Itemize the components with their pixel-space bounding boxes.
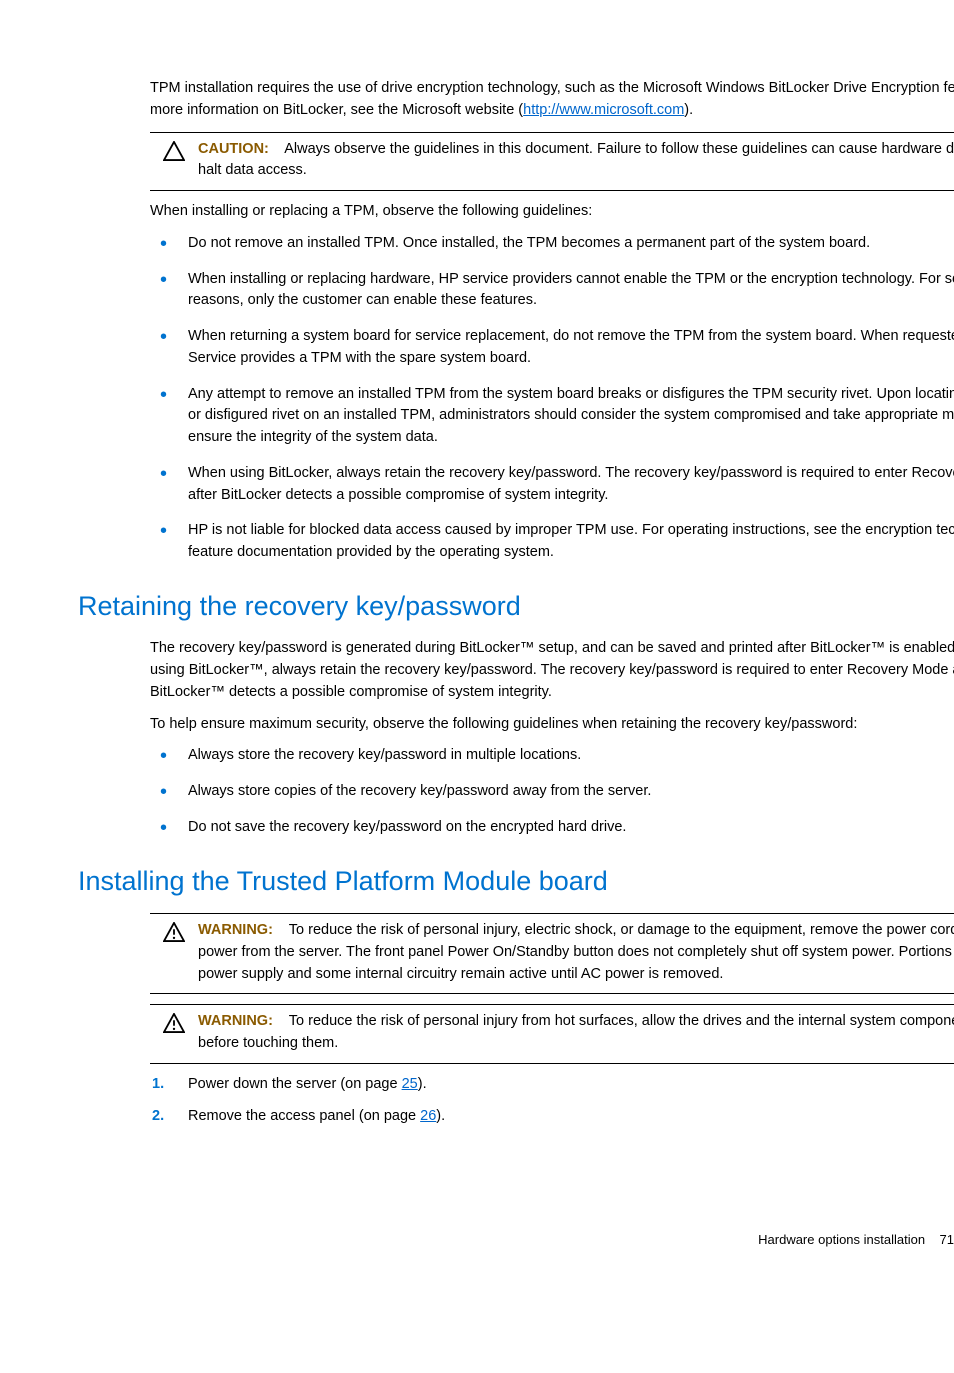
list-item: Any attempt to remove an installed TPM f… [150,384,954,449]
page-link-26[interactable]: 26 [420,1108,436,1124]
guidelines-intro: When installing or replacing a TPM, obse… [150,201,954,223]
caution-label: CAUTION: [198,141,269,157]
install-steps: 1. Power down the server (on page 25). 2… [150,1074,954,1128]
list-item: Always store the recovery key/password i… [150,745,954,767]
section1-bullets: Always store the recovery key/password i… [150,745,954,838]
warning-icon [150,1011,198,1055]
list-item: HP is not liable for blocked data access… [150,520,954,564]
caution-text: Always observe the guidelines in this do… [198,141,954,179]
footer-section: Hardware options installation [758,1232,925,1247]
intro-paragraph: TPM installation requires the use of dri… [150,78,954,122]
step-text-post: ). [436,1108,445,1124]
warning1-body: WARNING: To reduce the risk of personal … [198,920,954,985]
warning2-body: WARNING: To reduce the risk of personal … [198,1011,954,1055]
guidelines-list: Do not remove an installed TPM. Once ins… [150,233,954,564]
list-item: When using BitLocker, always retain the … [150,463,954,507]
warning-callout-2: WARNING: To reduce the risk of personal … [150,1004,954,1064]
step-text-post: ). [418,1076,427,1092]
section1-p2: To help ensure maximum security, observe… [150,714,954,736]
section1-p1: The recovery key/password is generated d… [150,638,954,703]
warning1-label: WARNING: [198,922,273,938]
step-number: 2. [152,1106,164,1128]
step-2: 2. Remove the access panel (on page 26). [150,1106,954,1128]
caution-body: CAUTION: Always observe the guidelines i… [198,139,954,183]
list-item: When installing or replacing hardware, H… [150,269,954,313]
list-item: Always store copies of the recovery key/… [150,781,954,803]
step-text-pre: Remove the access panel (on page [188,1108,420,1124]
list-item: Do not remove an installed TPM. Once ins… [150,233,954,255]
step-1: 1. Power down the server (on page 25). [150,1074,954,1096]
caution-callout: CAUTION: Always observe the guidelines i… [150,132,954,192]
list-item: Do not save the recovery key/password on… [150,817,954,839]
section-heading-installing: Installing the Trusted Platform Module b… [78,861,954,902]
page-link-25[interactable]: 25 [402,1076,418,1092]
section-heading-retaining: Retaining the recovery key/password [78,586,954,627]
warning-callout-1: WARNING: To reduce the risk of personal … [150,913,954,994]
step-text-pre: Power down the server (on page [188,1076,402,1092]
warning2-text: To reduce the risk of personal injury fr… [198,1013,954,1051]
list-item: When returning a system board for servic… [150,326,954,370]
warning-icon [150,920,198,985]
step-number: 1. [152,1074,164,1096]
page-footer: Hardware options installation 71 [758,1230,954,1250]
intro-text-after: ). [684,102,693,118]
warning1-text: To reduce the risk of personal injury, e… [198,922,954,982]
microsoft-link[interactable]: http://www.microsoft.com [523,102,684,118]
footer-page-number: 71 [940,1232,954,1247]
warning2-label: WARNING: [198,1013,273,1029]
caution-icon [150,139,198,183]
